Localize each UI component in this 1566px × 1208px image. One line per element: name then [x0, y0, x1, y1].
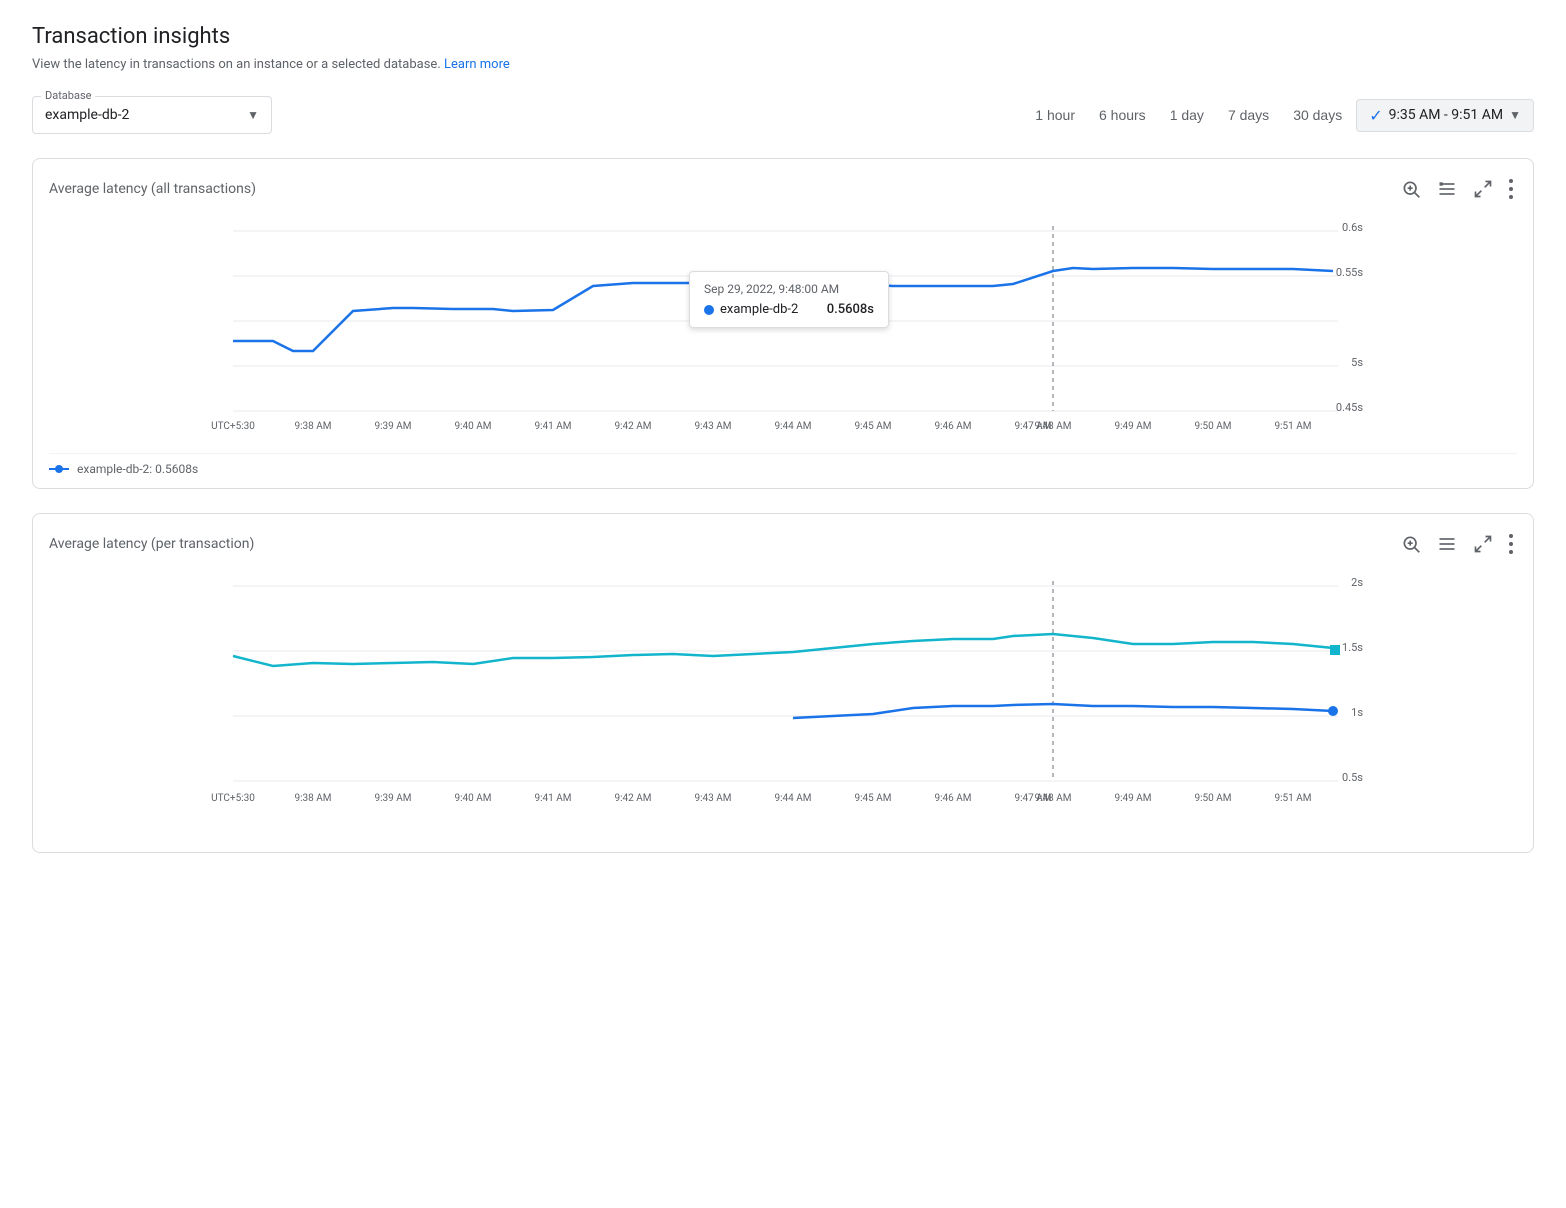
tooltip-dot: [704, 305, 714, 315]
chart1-tooltip: Sep 29, 2022, 9:48:00 AM example-db-2 0.…: [689, 271, 889, 328]
svg-text:9:42 AM: 9:42 AM: [614, 793, 651, 804]
time-btn-30days[interactable]: 30 days: [1283, 101, 1352, 129]
svg-text:9:41 AM: 9:41 AM: [534, 421, 571, 432]
time-btn-1hour[interactable]: 1 hour: [1025, 101, 1085, 129]
page-title: Transaction insights: [32, 24, 1534, 49]
svg-text:9:43 AM: 9:43 AM: [694, 421, 731, 432]
chart2-title: Average latency (per transaction): [49, 536, 254, 552]
tooltip-series-name: example-db-2: [720, 302, 798, 317]
tooltip-value: 0.5608s: [827, 302, 874, 317]
svg-text:9:40 AM: 9:40 AM: [454, 421, 491, 432]
time-btn-1day[interactable]: 1 day: [1160, 101, 1214, 129]
svg-text:9:48 AM: 9:48 AM: [1034, 421, 1071, 432]
chart1-search-button[interactable]: [1397, 175, 1425, 203]
controls-row: Database example-db-2 ▼ 1 hour 6 hours 1…: [32, 96, 1534, 134]
svg-text:2s: 2s: [1351, 576, 1363, 589]
time-btn-6hours[interactable]: 6 hours: [1089, 101, 1156, 129]
chart2-header: Average latency (per transaction): [49, 530, 1517, 558]
svg-text:0.45s: 0.45s: [1336, 401, 1363, 414]
svg-text:9:49 AM: 9:49 AM: [1114, 793, 1151, 804]
svg-text:9:50 AM: 9:50 AM: [1194, 421, 1231, 432]
chart2-search-button[interactable]: [1397, 530, 1425, 558]
svg-text:UTC+5:30: UTC+5:30: [211, 421, 255, 432]
database-value: example-db-2: [45, 107, 129, 123]
svg-text:1.5s: 1.5s: [1342, 641, 1363, 654]
chart2-container: 2s 1.5s 1s 0.5s UTC+5:30 9:38 AM 9:39 AM: [49, 566, 1517, 840]
svg-text:5s: 5s: [1351, 356, 1363, 369]
chart-per-transaction: Average latency (per transaction) 2s 1.5…: [32, 513, 1534, 853]
tooltip-date: Sep 29, 2022, 9:48:00 AM: [704, 282, 874, 296]
svg-text:9:48 AM: 9:48 AM: [1034, 793, 1071, 804]
svg-text:9:51 AM: 9:51 AM: [1274, 421, 1311, 432]
svg-text:9:41 AM: 9:41 AM: [534, 793, 571, 804]
svg-text:9:39 AM: 9:39 AM: [374, 421, 411, 432]
svg-text:9:42 AM: 9:42 AM: [614, 421, 651, 432]
svg-text:9:46 AM: 9:46 AM: [934, 793, 971, 804]
database-label: Database: [41, 89, 95, 102]
chart2-legend-button[interactable]: [1433, 530, 1461, 558]
svg-text:9:45 AM: 9:45 AM: [854, 793, 891, 804]
chart1-container: 0.6s 0.55s 5s 0.45s UTC+5:30 9:38 AM 9:3…: [49, 211, 1517, 445]
svg-text:9:43 AM: 9:43 AM: [694, 793, 731, 804]
svg-text:9:50 AM: 9:50 AM: [1194, 793, 1231, 804]
chart-all-transactions: Average latency (all transactions) 0.6s …: [32, 158, 1534, 489]
svg-text:9:39 AM: 9:39 AM: [374, 793, 411, 804]
subtitle: View the latency in transactions on an i…: [32, 57, 1534, 72]
svg-text:0.5s: 0.5s: [1342, 771, 1363, 784]
time-range-pill[interactable]: ✓ 9:35 AM - 9:51 AM ▼: [1356, 99, 1534, 132]
database-selector[interactable]: Database example-db-2 ▼: [32, 96, 272, 134]
svg-text:0.55s: 0.55s: [1336, 266, 1363, 279]
legend-text: example-db-2: 0.5608s: [77, 462, 198, 476]
legend-line-icon: [49, 468, 69, 470]
svg-text:1s: 1s: [1351, 706, 1363, 719]
svg-text:UTC+5:30: UTC+5:30: [211, 793, 255, 804]
svg-text:9:40 AM: 9:40 AM: [454, 793, 491, 804]
tooltip-row: example-db-2 0.5608s: [704, 302, 874, 317]
svg-text:9:38 AM: 9:38 AM: [294, 421, 331, 432]
chart2-svg: 2s 1.5s 1s 0.5s UTC+5:30 9:38 AM 9:39 AM: [49, 566, 1517, 836]
chart2-more-button[interactable]: [1505, 530, 1517, 558]
time-range-arrow-icon: ▼: [1509, 108, 1521, 122]
svg-text:9:51 AM: 9:51 AM: [1274, 793, 1311, 804]
chart2-fullscreen-button[interactable]: [1469, 530, 1497, 558]
database-select-dropdown[interactable]: example-db-2 ▼: [45, 101, 259, 129]
chart1-legend-button[interactable]: [1433, 175, 1461, 203]
chart1-header: Average latency (all transactions): [49, 175, 1517, 203]
svg-text:0.6s: 0.6s: [1342, 221, 1363, 234]
time-range-controls: 1 hour 6 hours 1 day 7 days 30 days ✓ 9:…: [1025, 99, 1534, 132]
check-icon: ✓: [1369, 106, 1382, 125]
time-btn-7days[interactable]: 7 days: [1218, 101, 1279, 129]
chart1-title: Average latency (all transactions): [49, 181, 256, 197]
chart1-actions: [1397, 175, 1517, 203]
dropdown-arrow-icon: ▼: [247, 108, 259, 122]
svg-text:9:46 AM: 9:46 AM: [934, 421, 971, 432]
chart1-legend: example-db-2: 0.5608s: [49, 453, 1517, 476]
chart2-actions: [1397, 530, 1517, 558]
chart1-more-button[interactable]: [1505, 175, 1517, 203]
time-range-value: 9:35 AM - 9:51 AM: [1389, 107, 1503, 123]
svg-text:9:44 AM: 9:44 AM: [774, 793, 811, 804]
svg-text:9:44 AM: 9:44 AM: [774, 421, 811, 432]
svg-text:9:45 AM: 9:45 AM: [854, 421, 891, 432]
svg-text:9:38 AM: 9:38 AM: [294, 793, 331, 804]
chart1-fullscreen-button[interactable]: [1469, 175, 1497, 203]
learn-more-link[interactable]: Learn more: [444, 57, 510, 72]
svg-text:9:49 AM: 9:49 AM: [1114, 421, 1151, 432]
tooltip-series: example-db-2: [704, 302, 798, 317]
